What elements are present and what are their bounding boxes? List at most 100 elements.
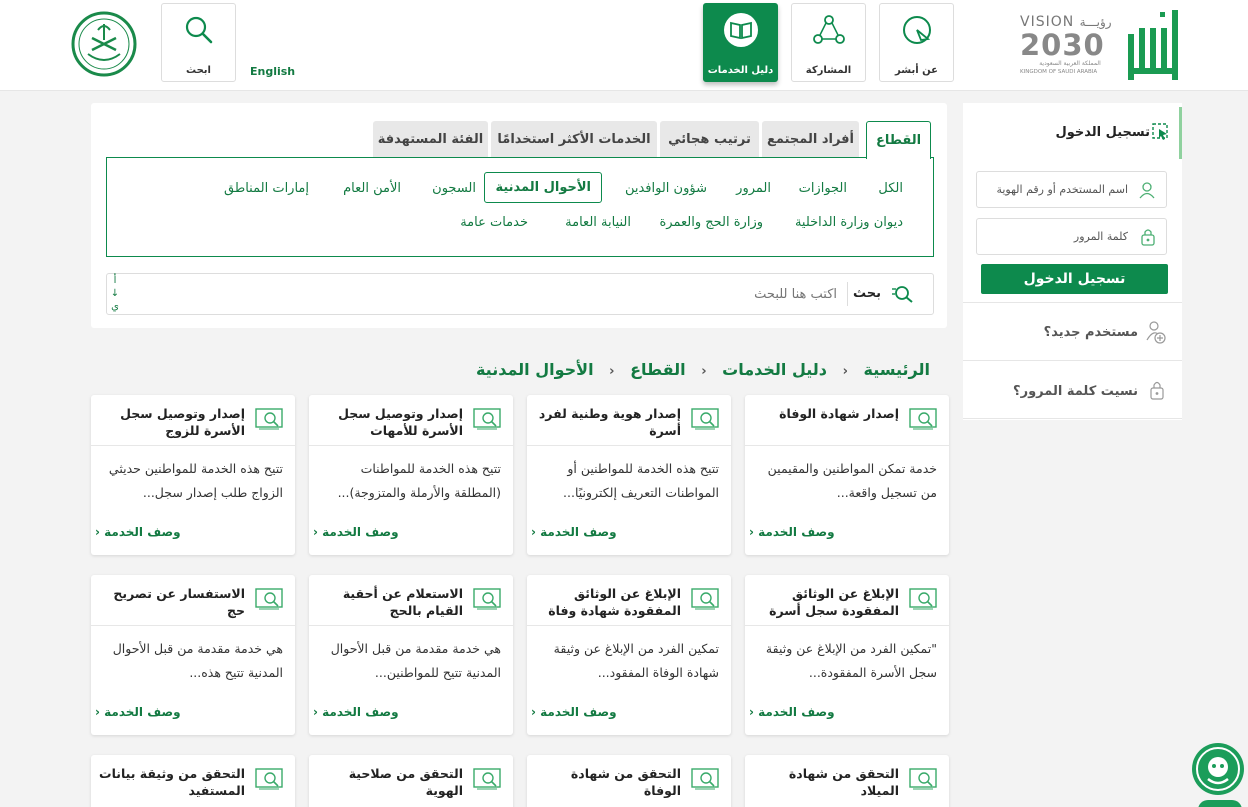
service-description: تتيح هذه الخدمة للمواطنات (المطلقة والأر… — [337, 461, 501, 500]
service-details-link[interactable]: وصف الخدمة ‹ — [531, 525, 617, 539]
search-nav-label: ابحث — [186, 65, 211, 76]
service-details-link[interactable]: وصف الخدمة ‹ — [531, 705, 617, 719]
service-card[interactable]: إصدار هوية وطنية لفرد أسرة تتيح هذه الخدم… — [527, 395, 731, 555]
card-divider — [745, 625, 949, 626]
vision-sub-ar: المملكة العربية السعودية — [1039, 60, 1101, 67]
chip-regional-emirates[interactable]: إمارات المناطق — [224, 181, 309, 196]
card-divider — [527, 445, 731, 446]
service-details-link[interactable]: وصف الخدمة ‹ — [95, 705, 181, 719]
chip-passports[interactable]: الجوازات — [799, 181, 847, 196]
service-card[interactable]: الاستفسار عن تصريح حج هي خدمة مقدمة من قب… — [91, 575, 295, 735]
link-label: وصف الخدمة — [322, 525, 399, 539]
chip-public-security[interactable]: الأمن العام — [343, 181, 401, 196]
category-tabs: القطاع أفراد المجتمع ترتيب هجائي الخدمات… — [91, 121, 947, 159]
tab-target-group[interactable]: الفئة المستهدفة — [373, 121, 488, 158]
service-description: خدمة تمكن المواطنين والمقيمين من تسجيل و… — [767, 461, 937, 500]
absher-logo[interactable] — [1124, 6, 1180, 82]
search-nav-button[interactable]: ابحث — [161, 3, 236, 82]
document-search-icon — [473, 588, 501, 610]
service-title[interactable]: التحقق من شهادة الميلاد — [749, 765, 899, 799]
chip-civil-affairs[interactable]: الأحوال المدنية — [484, 172, 602, 203]
chip-general-services[interactable]: خدمات عامة — [460, 215, 528, 230]
service-card[interactable]: إصدار وتوصيل سجل الأسرة للأمهات تتيح هذه … — [309, 395, 513, 555]
service-title[interactable]: الاستفسار عن تصريح حج — [95, 585, 245, 619]
service-description: تتيح هذه الخدمة للمواطنين حديثي الزواج ط… — [108, 461, 283, 500]
chip-interior-ministry[interactable]: ديوان وزارة الداخلية — [795, 215, 903, 230]
document-search-icon — [255, 408, 283, 430]
breadcrumb-home[interactable]: الرئيسية — [864, 360, 931, 379]
chevron-left-icon: ‹ — [313, 525, 318, 539]
scroll-top-button[interactable] — [1198, 800, 1242, 807]
service-description: تتيح هذه الخدمة للمواطنين أو المواطنات ا… — [563, 461, 719, 500]
ministry-emblem-logo[interactable] — [70, 10, 138, 78]
nav-about-absher[interactable]: عن أبشر — [879, 3, 954, 82]
link-label: وصف الخدمة — [104, 705, 181, 719]
chip-traffic[interactable]: المرور — [736, 181, 771, 196]
service-card[interactable]: التحقق من وثيقة بيانات المستفيد — [91, 755, 295, 807]
alphabet-scroll[interactable]: أ ↓ ي — [109, 274, 121, 314]
chip-public-prosecution[interactable]: النيابة العامة — [565, 215, 631, 230]
login-section — [963, 103, 1182, 303]
service-details-link[interactable]: وصف الخدمة ‹ — [749, 705, 835, 719]
chatbot-button[interactable] — [1190, 741, 1246, 797]
document-search-icon — [909, 588, 937, 610]
tab-alphabetical[interactable]: ترتيب هجائي — [660, 121, 759, 158]
breadcrumb-services-guide[interactable]: دليل الخدمات — [722, 360, 827, 379]
service-card[interactable]: التحقق من شهادة الوفاة — [527, 755, 731, 807]
service-title[interactable]: الاستعلام عن أحقية القيام بالحج — [313, 585, 463, 619]
new-user-link[interactable]: مستخدم جديد؟ — [963, 303, 1182, 361]
card-divider — [527, 625, 731, 626]
nav-services-guide[interactable]: دليل الخدمات — [703, 3, 778, 82]
login-sidebar: تسجيل الدخول اسم المستخدم أو رقم الهوية … — [963, 103, 1182, 420]
service-details-link[interactable]: وصف الخدمة ‹ — [95, 525, 181, 539]
service-title[interactable]: التحقق من شهادة الوفاة — [531, 765, 681, 799]
top-header: ابحث English دليل الخدمات المشاركة عن أب… — [0, 0, 1248, 91]
document-search-icon — [909, 768, 937, 790]
service-title[interactable]: التحقق من وثيقة بيانات المستفيد — [95, 765, 245, 799]
service-card[interactable]: إصدار شهادة الوفاة خدمة تمكن المواطنين وا… — [745, 395, 949, 555]
service-card[interactable]: التحقق من صلاحية الهوية — [309, 755, 513, 807]
service-card[interactable]: الاستعلام عن أحقية القيام بالحج هي خدمة م… — [309, 575, 513, 735]
chevron-left-icon: ‹ — [531, 525, 536, 539]
link-label: وصف الخدمة — [322, 705, 399, 719]
nav-participation[interactable]: المشاركة — [791, 3, 866, 82]
tab-sector[interactable]: القطاع — [866, 121, 931, 159]
tab-most-used[interactable]: الخدمات الأكثر استخدامًا — [491, 121, 657, 158]
chip-hajj-umrah[interactable]: وزارة الحج والعمرة — [660, 215, 764, 230]
document-search-icon — [473, 768, 501, 790]
forgot-password-link[interactable]: نسيت كلمة المرور؟ — [963, 361, 1182, 419]
service-title[interactable]: إصدار وتوصيل سجل الأسرة للزوج — [95, 405, 245, 439]
service-title[interactable]: إصدار وتوصيل سجل الأسرة للأمهات — [313, 405, 463, 439]
card-divider — [309, 625, 513, 626]
chip-prisons[interactable]: السجون — [432, 181, 476, 196]
scroll-mark: ↓ — [110, 288, 120, 299]
search-icon — [185, 16, 212, 44]
chevron-left-icon: ‹ — [749, 705, 754, 719]
service-card[interactable]: الإبلاغ عن الوثائق المفقودة سجل أسرة "تمك… — [745, 575, 949, 735]
service-card[interactable]: الإبلاغ عن الوثائق المفقودة شهادة وفاة تم… — [527, 575, 731, 735]
language-switch-link[interactable]: English — [250, 65, 295, 78]
service-card[interactable]: إصدار وتوصيل سجل الأسرة للزوج تتيح هذه ال… — [91, 395, 295, 555]
service-title[interactable]: إصدار هوية وطنية لفرد أسرة — [531, 405, 681, 439]
card-divider — [91, 625, 295, 626]
service-details-link[interactable]: وصف الخدمة ‹ — [749, 525, 835, 539]
service-details-link[interactable]: وصف الخدمة ‹ — [313, 525, 399, 539]
service-title[interactable]: الإبلاغ عن الوثائق المفقودة سجل أسرة — [749, 585, 899, 619]
service-title[interactable]: التحقق من صلاحية الهوية — [313, 765, 463, 799]
document-search-icon — [691, 588, 719, 610]
chip-expatriates[interactable]: شؤون الوافدين — [625, 181, 707, 196]
filter-panel: القطاع أفراد المجتمع ترتيب هجائي الخدمات… — [91, 103, 947, 328]
search-input[interactable] — [127, 282, 837, 306]
document-search-icon — [255, 588, 283, 610]
search-button[interactable]: بحث — [843, 280, 923, 308]
nav-label: دليل الخدمات — [707, 65, 774, 76]
breadcrumb-sector[interactable]: القطاع — [630, 360, 686, 379]
service-details-link[interactable]: وصف الخدمة ‹ — [313, 705, 399, 719]
chevron-left-icon: ‹ — [313, 705, 318, 719]
document-search-icon — [691, 768, 719, 790]
service-title[interactable]: الإبلاغ عن الوثائق المفقودة شهادة وفاة — [531, 585, 681, 619]
service-title[interactable]: إصدار شهادة الوفاة — [749, 405, 899, 422]
service-card[interactable]: التحقق من شهادة الميلاد — [745, 755, 949, 807]
chip-all[interactable]: الكل — [878, 181, 903, 196]
tab-community-members[interactable]: أفراد المجتمع — [762, 121, 859, 158]
